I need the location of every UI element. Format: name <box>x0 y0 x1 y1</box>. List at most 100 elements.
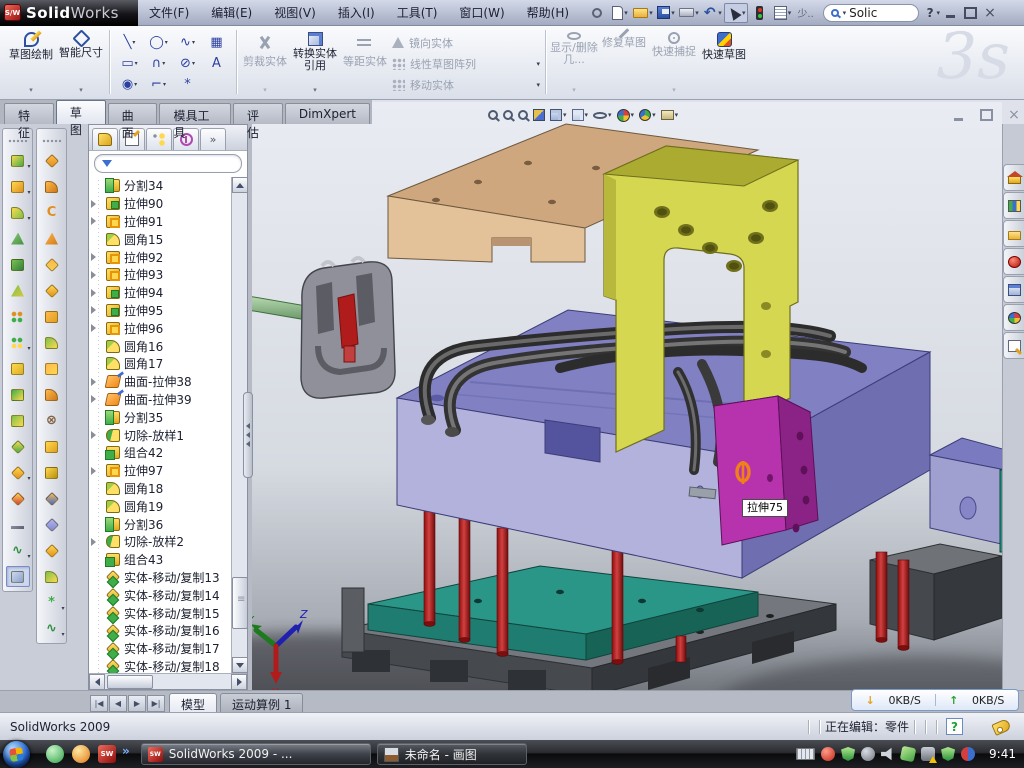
planar-surface-button[interactable] <box>40 306 64 327</box>
转换实体引用-button[interactable]: 转换实体引用▾ <box>290 28 340 98</box>
view-palette-button[interactable] <box>1003 276 1024 303</box>
dropdown-icon[interactable]: ▾ <box>192 60 195 67</box>
dropdown-icon[interactable]: ▾ <box>192 39 195 46</box>
dropdown-icon[interactable]: ▾ <box>675 111 679 119</box>
sketch-entity-icon[interactable]: * <box>173 77 202 92</box>
traffic-light-icon-button[interactable] <box>749 3 771 23</box>
tree-item-实体-移动/复制16[interactable]: 实体-移动/复制16 <box>89 622 231 640</box>
menu-item[interactable]: 窗口(W) <box>448 0 515 26</box>
线性草图阵列-button[interactable]: 线性草图阵列▾ <box>390 53 542 74</box>
tab-曲面[interactable]: 曲面 <box>108 103 158 124</box>
expand-arrow-icon[interactable] <box>91 324 96 332</box>
options-list-icon-button[interactable]: ▾ <box>772 3 794 23</box>
tree-item-分割34[interactable]: 分割34 <box>89 177 231 195</box>
doc-minimize-button[interactable] <box>948 106 968 124</box>
tree-item-实体-移动/复制13[interactable]: 实体-移动/复制13 <box>89 569 231 587</box>
curve-through-points-button[interactable]: ∿▾ <box>40 618 64 639</box>
extruded-cut-button[interactable]: ▾ <box>6 176 30 197</box>
dropdown-icon[interactable]: ▾ <box>585 111 589 119</box>
delete-face-button[interactable]: ⊗ <box>40 410 64 431</box>
task-button[interactable]: SWSolidWorks 2009 - ... <box>141 743 371 765</box>
resources-home-button[interactable] <box>1003 164 1024 191</box>
tree-item-拉伸91[interactable]: 拉伸91 <box>89 213 231 231</box>
sketch-entity-icon[interactable]: ⊘▾ <box>173 56 202 71</box>
menu-item[interactable]: 文件(F) <box>138 0 200 26</box>
tree-nav-button[interactable]: ▶| <box>147 695 165 712</box>
sketch-entity-icon[interactable]: A <box>202 56 231 71</box>
expand-arrow-icon[interactable] <box>91 289 96 297</box>
expand-arrow-icon[interactable] <box>91 200 96 208</box>
dropdown-icon[interactable]: ▾ <box>135 60 138 67</box>
save-icon-button[interactable]: ▾ <box>655 3 677 23</box>
start-button[interactable] <box>3 741 30 768</box>
tree-item-实体-移动/复制17[interactable]: 实体-移动/复制17 <box>89 640 231 658</box>
dropdown-icon[interactable]: ▾ <box>672 84 676 96</box>
undercut-analysis-button[interactable] <box>40 514 64 535</box>
safety-icon[interactable] <box>72 745 90 763</box>
移动实体-button[interactable]: 移动实体▾ <box>390 74 542 95</box>
sketch-entity-icon[interactable]: ∿▾ <box>173 35 202 50</box>
tree-item-拉伸96[interactable]: 拉伸96 <box>89 319 231 337</box>
sketch-entity-icon[interactable]: ╲▾ <box>115 35 144 50</box>
update-gray-icon[interactable] <box>861 747 875 761</box>
view-orientation-button[interactable]: ▾ <box>548 105 569 125</box>
antivirus-red-icon[interactable] <box>821 747 835 761</box>
tree-item-圆角18[interactable]: 圆角18 <box>89 480 231 498</box>
dropdown-icon[interactable]: ▾ <box>79 84 83 96</box>
tree-item-组合43[interactable]: 组合43 <box>89 551 231 569</box>
dropdown-icon[interactable]: ▾ <box>742 9 746 17</box>
close-button[interactable]: × <box>980 4 1000 22</box>
select-cursor-icon-button[interactable]: ▾ <box>724 3 748 23</box>
dropdown-icon[interactable]: ▾ <box>624 9 628 17</box>
dropdown-icon[interactable]: ▾ <box>162 60 165 67</box>
featuremanager-tab-button[interactable] <box>92 128 118 150</box>
dropdown-icon[interactable]: ▾ <box>27 189 30 196</box>
tree-item-圆角16[interactable]: 圆角16 <box>89 337 231 355</box>
dropdown-icon[interactable]: ▾ <box>27 553 30 560</box>
boundary-boss-button[interactable] <box>40 228 64 249</box>
shield-green-icon[interactable] <box>841 747 855 761</box>
combine-button[interactable] <box>6 384 30 405</box>
quick-tips-button[interactable]: ? <box>946 718 963 735</box>
dropdown-icon[interactable]: ▾ <box>29 84 33 96</box>
dropdown-icon[interactable]: ▾ <box>671 9 675 17</box>
expand-arrow-icon[interactable] <box>91 217 96 225</box>
parting-surface-button[interactable] <box>40 540 64 561</box>
tag-icon[interactable] <box>991 718 1011 736</box>
tree-item-拉伸95[interactable]: 拉伸95 <box>89 302 231 320</box>
快速草图-button[interactable]: 快速草图 <box>699 28 749 98</box>
expand-arrow-icon[interactable] <box>91 253 96 261</box>
tree-item-拉伸92[interactable]: 拉伸92 <box>89 248 231 266</box>
measure-button[interactable] <box>6 566 30 587</box>
task-button[interactable]: 未命名 - 画图 <box>377 743 527 765</box>
green-tool-icon[interactable] <box>900 746 917 763</box>
dropdown-icon[interactable]: ▾ <box>608 111 612 119</box>
print-icon-button[interactable]: ▾ <box>678 3 700 23</box>
dropdown-icon[interactable]: ▾ <box>132 39 135 46</box>
volume-icon[interactable] <box>881 747 895 761</box>
dropdown-icon[interactable]: ▾ <box>652 111 656 119</box>
appearances-button[interactable] <box>1003 304 1024 331</box>
linear-pattern-button[interactable]: ▾ <box>6 332 30 353</box>
thicken-button[interactable] <box>40 358 64 379</box>
dropdown-icon[interactable]: ▾ <box>631 111 635 119</box>
quick-launch-overflow-icon[interactable]: » <box>122 744 130 758</box>
镜向实体-button[interactable]: 镜向实体 <box>390 32 542 53</box>
curve-button[interactable]: ∿▾ <box>6 540 30 561</box>
messenger-icon[interactable] <box>46 745 64 763</box>
tree-item-分割36[interactable]: 分割36 <box>89 515 231 533</box>
tree-nav-button[interactable]: ▶ <box>128 695 146 712</box>
solidworks-icon[interactable]: SW <box>98 745 116 763</box>
swept-boss-button[interactable] <box>40 150 64 171</box>
rib-button[interactable] <box>6 228 30 249</box>
expand-arrow-icon[interactable] <box>91 395 96 403</box>
tree-item-切除-放样2[interactable]: 切除-放样2 <box>89 533 231 551</box>
tree-item-曲面-拉伸39[interactable]: 曲面-拉伸39 <box>89 391 231 409</box>
scene-button[interactable]: ▾ <box>637 105 658 125</box>
tree-item-拉伸97[interactable]: 拉伸97 <box>89 462 231 480</box>
sketch-entity-icon[interactable]: ◯▾ <box>144 35 173 50</box>
extruded-boss-button[interactable]: ▾ <box>6 150 30 171</box>
chamfer-button[interactable] <box>6 280 30 301</box>
tab-草图[interactable]: 草图 <box>56 100 106 124</box>
section-view-button[interactable] <box>531 105 547 125</box>
